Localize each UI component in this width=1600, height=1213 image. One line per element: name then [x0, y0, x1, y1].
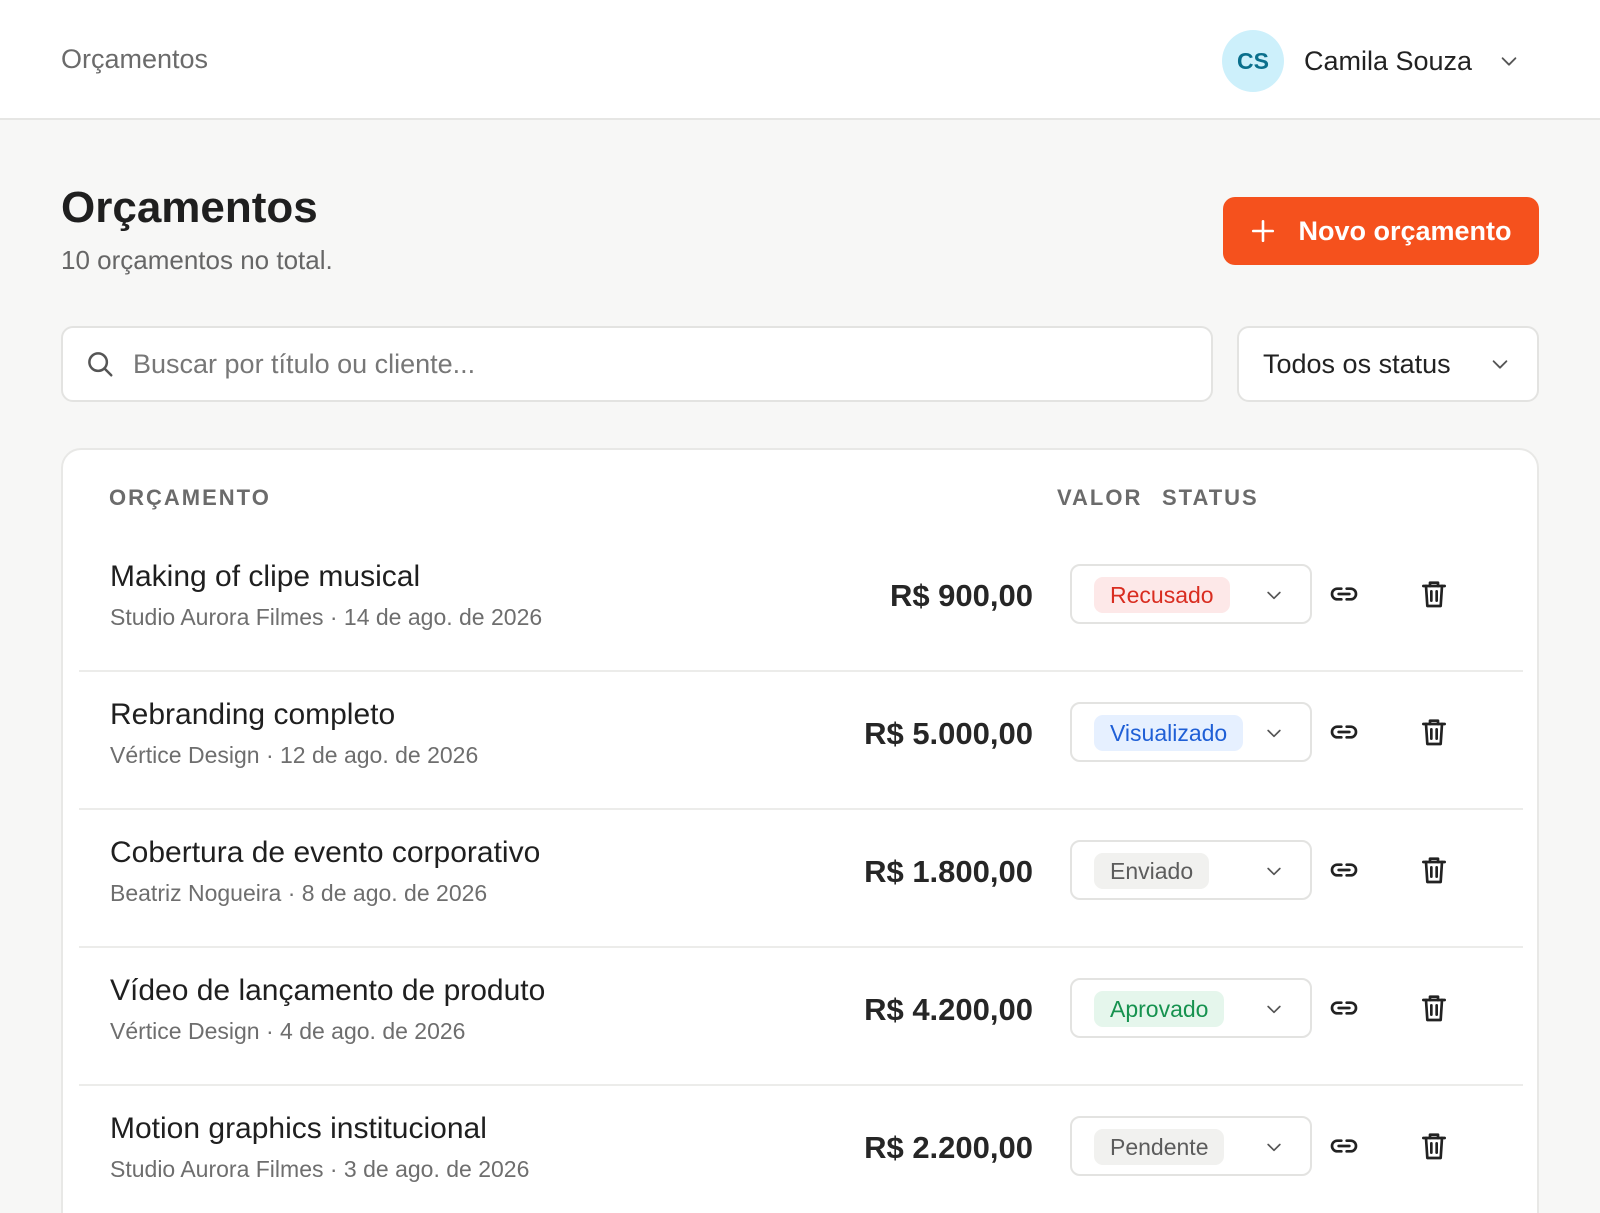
- table-row[interactable]: Making of clipe musical Studio Aurora Fil…: [79, 536, 1523, 672]
- page-subtitle: 10 orçamentos no total.: [61, 245, 333, 275]
- quote-title[interactable]: Making of clipe musical: [110, 560, 420, 594]
- table-row[interactable]: Vídeo de lançamento de produto Vértice De…: [79, 950, 1523, 1086]
- copy-link-button[interactable]: [1324, 574, 1364, 614]
- user-menu[interactable]: CS Camila Souza: [1222, 30, 1520, 92]
- quote-meta: Studio Aurora Filmes · 14 de ago. de 202…: [110, 604, 543, 630]
- quote-value: R$ 1.800,00: [864, 854, 1033, 889]
- column-header-status: STATUS: [1162, 485, 1259, 510]
- copy-link-button[interactable]: [1324, 988, 1364, 1028]
- chevron-down-icon: [1267, 1005, 1281, 1014]
- table-row[interactable]: Cobertura de evento corporativo Beatriz N…: [79, 812, 1523, 948]
- status-filter-value: Todos os status: [1263, 348, 1451, 379]
- chevron-down-icon: [1267, 867, 1281, 876]
- quote-meta: Studio Aurora Filmes · 3 de ago. de 2026: [110, 1156, 530, 1182]
- breadcrumb[interactable]: Orçamentos: [61, 44, 208, 75]
- top-bar: Orçamentos CS Camila Souza: [0, 0, 1600, 120]
- delete-button[interactable]: [1414, 988, 1454, 1028]
- quote-title[interactable]: Cobertura de evento corporativo: [110, 836, 540, 870]
- quote-value: R$ 2.200,00: [864, 1130, 1033, 1165]
- quote-value: R$ 900,00: [889, 578, 1033, 613]
- trash-icon: [1422, 719, 1446, 746]
- quote-meta: Vértice Design · 4 de ago. de 2026: [110, 1018, 466, 1044]
- chevron-down-icon: [1492, 360, 1508, 369]
- status-badge: Aprovado: [1094, 991, 1225, 1027]
- copy-link-button[interactable]: [1324, 712, 1364, 752]
- quote-value: R$ 5.000,00: [864, 716, 1033, 751]
- copy-link-button[interactable]: [1324, 1126, 1364, 1166]
- user-name: Camila Souza: [1304, 45, 1473, 76]
- status-select[interactable]: Recusado: [1070, 564, 1312, 624]
- quote-value: R$ 4.200,00: [864, 992, 1033, 1027]
- status-badge: Pendente: [1094, 1129, 1225, 1165]
- quote-title[interactable]: Motion graphics institucional: [110, 1112, 487, 1146]
- column-header-value: VALOR: [1057, 485, 1143, 510]
- page-title: Orçamentos: [61, 183, 318, 232]
- status-select[interactable]: Aprovado: [1070, 978, 1312, 1038]
- table-row[interactable]: Motion graphics institucional Studio Auro…: [79, 1088, 1523, 1213]
- chevron-down-icon: [1501, 57, 1517, 66]
- chevron-down-icon: [1267, 591, 1281, 600]
- avatar: CS: [1222, 30, 1284, 92]
- delete-button[interactable]: [1414, 574, 1454, 614]
- trash-icon: [1422, 857, 1446, 884]
- delete-button[interactable]: [1414, 712, 1454, 752]
- link-icon: [1330, 1001, 1358, 1015]
- delete-button[interactable]: [1414, 850, 1454, 890]
- new-quote-button[interactable]: Novo orçamento: [1223, 197, 1539, 265]
- trash-icon: [1422, 995, 1446, 1022]
- trash-icon: [1422, 1133, 1446, 1160]
- quotes-table: ORÇAMENTO VALOR STATUS Making of clipe m…: [61, 448, 1539, 1213]
- status-select[interactable]: Pendente: [1070, 1116, 1312, 1176]
- status-select[interactable]: Enviado: [1070, 840, 1312, 900]
- link-icon: [1330, 863, 1358, 877]
- status-badge: Visualizado: [1094, 715, 1244, 751]
- search-icon: [88, 352, 113, 377]
- status-badge: Recusado: [1094, 577, 1230, 613]
- delete-button[interactable]: [1414, 1126, 1454, 1166]
- link-icon: [1330, 725, 1358, 739]
- status-filter-select[interactable]: Todos os status: [1237, 326, 1539, 402]
- quote-meta: Beatriz Nogueira · 8 de ago. de 2026: [110, 880, 488, 906]
- quote-meta: Vértice Design · 12 de ago. de 2026: [110, 742, 479, 768]
- search-box[interactable]: [61, 326, 1213, 402]
- new-quote-label: Novo orçamento: [1298, 215, 1512, 246]
- search-input[interactable]: [133, 348, 1133, 380]
- plus-icon: [1252, 219, 1275, 243]
- status-badge: Enviado: [1094, 853, 1210, 889]
- copy-link-button[interactable]: [1324, 850, 1364, 890]
- column-header-quote: ORÇAMENTO: [109, 485, 271, 510]
- quote-title[interactable]: Vídeo de lançamento de produto: [110, 974, 545, 1008]
- link-icon: [1330, 1139, 1358, 1153]
- chevron-down-icon: [1267, 1143, 1281, 1152]
- link-icon: [1330, 587, 1358, 601]
- trash-icon: [1422, 581, 1446, 608]
- quote-title[interactable]: Rebranding completo: [110, 698, 395, 732]
- chevron-down-icon: [1267, 729, 1281, 738]
- table-row[interactable]: Rebranding completo Vértice Design · 12 d…: [79, 674, 1523, 810]
- status-select[interactable]: Visualizado: [1070, 702, 1312, 762]
